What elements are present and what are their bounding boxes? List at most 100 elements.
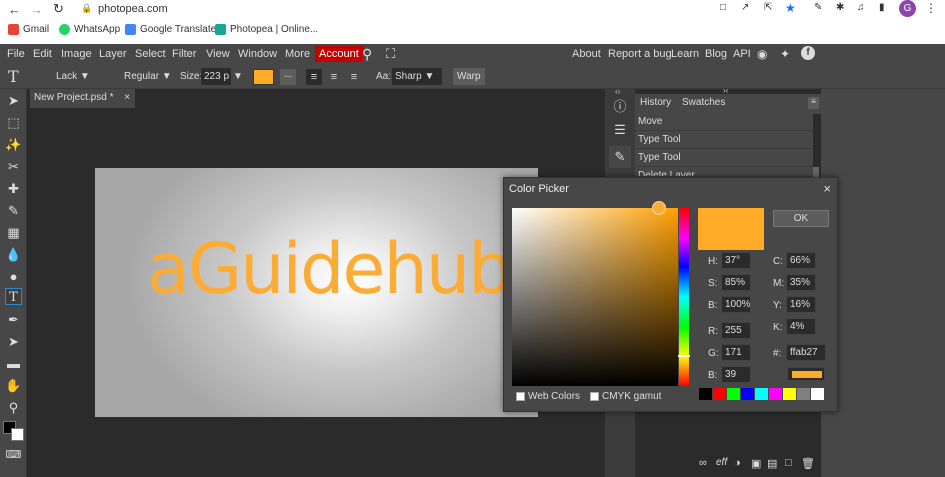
sidepanel-icon[interactable]: ▮ <box>879 2 885 13</box>
new-group-icon[interactable]: ▤ <box>767 457 777 470</box>
back-icon[interactable]: ← <box>8 2 21 17</box>
menu-dots-icon[interactable]: ⋮ <box>925 1 937 15</box>
warp-button[interactable]: Warp <box>453 68 485 85</box>
adjustments-icon[interactable]: ☰ <box>609 119 631 141</box>
cmyk-gamut-checkbox[interactable]: CMYK gamut <box>590 391 661 402</box>
ok-button[interactable]: OK <box>773 210 829 227</box>
document-tab[interactable]: New Project.psd * × <box>30 89 135 108</box>
reddit-icon[interactable]: ◉ <box>757 47 767 61</box>
font-style-select[interactable]: Regular ▼ <box>124 71 172 82</box>
menu-select[interactable]: Select <box>135 48 166 60</box>
bookmark-star-icon[interactable]: ★ <box>785 1 796 15</box>
bookmark-whatsapp[interactable]: WhatsApp <box>59 24 120 35</box>
palette-swatch[interactable] <box>769 388 782 400</box>
text-color-swatch[interactable] <box>253 69 274 85</box>
healing-tool-icon[interactable]: ✚ <box>5 180 22 197</box>
hue-slider[interactable] <box>678 208 690 386</box>
keyboard-icon[interactable]: ⌨ <box>5 447 22 464</box>
background-color-swatch[interactable] <box>11 428 24 441</box>
fullscreen-icon[interactable]: ⛶ <box>386 46 395 62</box>
menu-image[interactable]: Image <box>61 48 92 60</box>
url-text[interactable]: photopea.com <box>98 3 168 15</box>
layer-mask-icon[interactable]: ▣ <box>751 457 761 470</box>
facebook-icon[interactable]: f <box>801 46 815 60</box>
bookmark-photopea[interactable]: Photopea | Online... <box>215 24 318 35</box>
delete-layer-icon[interactable]: 🗑 <box>801 457 815 470</box>
cyan-input[interactable]: 66% <box>786 252 816 269</box>
blue-input[interactable]: 39 <box>721 366 751 383</box>
forward-icon[interactable]: → <box>30 2 43 17</box>
hue-slider-marker[interactable] <box>678 355 690 357</box>
saturation-brightness-field[interactable] <box>512 201 678 386</box>
avatar[interactable]: G <box>899 0 916 17</box>
bookmark-gmail[interactable]: Gmail <box>8 24 49 35</box>
account-button[interactable]: Account <box>315 46 363 62</box>
link-about[interactable]: About <box>572 48 601 60</box>
color-handle[interactable] <box>652 201 666 215</box>
saturation-input[interactable]: 85% <box>721 274 751 291</box>
yellow-input[interactable]: 16% <box>786 296 816 313</box>
more-options-button[interactable]: ... <box>280 69 296 85</box>
palette-swatch[interactable] <box>811 388 824 400</box>
new-layer-icon[interactable]: □ <box>785 457 792 469</box>
gradient-tool-icon[interactable]: ▦ <box>5 224 22 241</box>
magenta-input[interactable]: 35% <box>786 274 816 291</box>
close-tab-icon[interactable]: × <box>124 92 130 103</box>
web-colors-checkbox[interactable]: Web Colors <box>516 391 580 402</box>
eyedropper-icon[interactable]: ✎ <box>814 2 822 13</box>
red-input[interactable]: 255 <box>721 322 751 339</box>
font-size-input[interactable]: 223 p <box>201 68 231 85</box>
menu-file[interactable]: File <box>7 48 25 60</box>
search-icon[interactable]: ⚲ <box>362 46 372 63</box>
extensions-icon[interactable]: ✱ <box>836 2 844 13</box>
hue-input[interactable]: 37° <box>721 252 751 269</box>
history-item[interactable]: Type Tool <box>635 149 813 167</box>
blur-tool-icon[interactable]: 💧 <box>5 246 22 263</box>
palette-swatch[interactable] <box>727 388 740 400</box>
menu-view[interactable]: View <box>206 48 230 60</box>
link-layers-icon[interactable]: ∞ <box>699 457 707 469</box>
align-left-icon[interactable]: ≡ <box>306 69 322 85</box>
info-icon[interactable]: ⓘ <box>609 96 631 118</box>
link-blog[interactable]: Blog <box>705 48 727 60</box>
menu-layer[interactable]: Layer <box>99 48 127 60</box>
canvas[interactable]: aGuidehub! <box>95 168 538 417</box>
reload-icon[interactable]: ↻ <box>53 1 64 17</box>
link-report-bug[interactable]: Report a bug <box>608 48 672 60</box>
brightness-input[interactable]: 100% <box>721 296 751 313</box>
link-learn[interactable]: Learn <box>671 48 699 60</box>
close-icon[interactable]: × <box>823 181 831 196</box>
brush-settings-icon[interactable]: ✎ <box>609 146 631 168</box>
panel-menu-icon[interactable]: ≡ <box>808 97 819 109</box>
move-tool-icon[interactable]: ➤ <box>5 92 22 109</box>
history-item[interactable]: Delete Layer <box>635 167 813 177</box>
link-api[interactable]: API <box>733 48 751 60</box>
palette-swatch[interactable] <box>755 388 768 400</box>
hand-tool-icon[interactable]: ✋ <box>5 377 22 394</box>
adjustment-layer-icon[interactable]: ◑ <box>734 457 741 469</box>
media-icon[interactable]: ♫ <box>857 2 865 13</box>
history-item[interactable]: Type Tool <box>635 131 813 149</box>
canvas-text-layer[interactable]: aGuidehub! <box>147 228 538 310</box>
font-family-select[interactable]: Lack ▼ <box>56 71 90 82</box>
palette-swatch[interactable] <box>797 388 810 400</box>
antialias-select[interactable]: Sharp ▼ <box>392 68 442 85</box>
brush-tool-icon[interactable]: ✎ <box>5 202 22 219</box>
collapse-arrows-icon[interactable]: ‹› <box>615 87 620 96</box>
hex-input[interactable]: ffab27 <box>786 344 826 361</box>
web-colors-box[interactable] <box>516 392 525 401</box>
screenshot-icon[interactable]: □ <box>720 2 726 13</box>
install-icon[interactable]: ⇱ <box>764 2 772 13</box>
type-tool-button-icon[interactable]: T <box>5 288 22 305</box>
bookmark-google-translate[interactable]: Google Translate <box>125 24 216 35</box>
crop-tool-icon[interactable]: ✂ <box>5 158 22 175</box>
align-right-icon[interactable]: ≡ <box>346 69 362 85</box>
pen-tool-icon[interactable]: ✒ <box>5 311 22 328</box>
layer-effects-icon[interactable]: eff <box>716 457 727 468</box>
share-icon[interactable]: ↗ <box>741 2 749 13</box>
menu-more[interactable]: More <box>285 48 310 60</box>
tab-history[interactable]: History <box>640 97 671 108</box>
green-input[interactable]: 171 <box>721 344 751 361</box>
palette-swatch[interactable] <box>783 388 796 400</box>
palette-swatch[interactable] <box>699 388 712 400</box>
